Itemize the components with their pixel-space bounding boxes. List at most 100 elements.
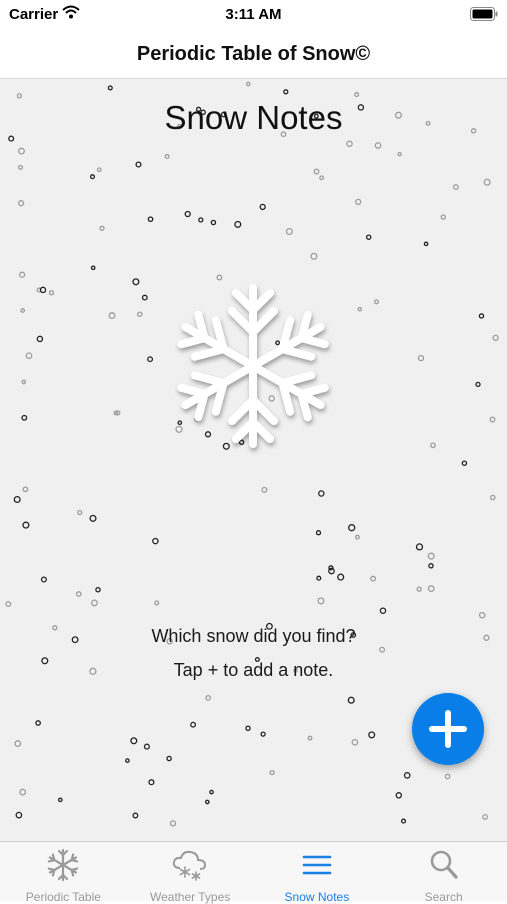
status-bar: Carrier 3:11 AM bbox=[0, 0, 507, 30]
snow-particle bbox=[21, 379, 27, 385]
snow-particle bbox=[397, 151, 402, 157]
snow-particle bbox=[21, 414, 28, 421]
page-title: Snow Notes bbox=[164, 99, 343, 136]
snow-particle bbox=[164, 153, 170, 160]
snow-particle bbox=[260, 731, 266, 737]
status-time: 3:11 AM bbox=[225, 6, 282, 23]
snow-particle bbox=[379, 607, 387, 614]
snow-particle bbox=[204, 799, 210, 805]
snow-particle bbox=[415, 543, 424, 551]
tab-label: Weather Types bbox=[149, 890, 231, 904]
snow-particle bbox=[307, 735, 313, 741]
snow-particle bbox=[135, 161, 142, 168]
snow-particle bbox=[20, 308, 26, 313]
snow-particle bbox=[90, 265, 96, 271]
snow-particle bbox=[205, 695, 212, 701]
snow-particle bbox=[245, 725, 251, 732]
snow-particle bbox=[492, 334, 499, 342]
snow-particle bbox=[403, 772, 411, 779]
snow-particle bbox=[147, 356, 154, 363]
tab-bar: Periodic Table Weather Types Snow Notes … bbox=[0, 841, 507, 904]
snow-particle bbox=[427, 552, 435, 560]
snow-particle bbox=[36, 335, 44, 343]
snowflake-illustration bbox=[161, 274, 345, 463]
snow-particle bbox=[17, 164, 24, 170]
snow-particle bbox=[25, 352, 33, 360]
snow-particle bbox=[169, 820, 177, 827]
snow-particle bbox=[89, 514, 97, 522]
snow-particle bbox=[427, 585, 435, 593]
snow-particle bbox=[96, 167, 102, 173]
snow-notes-view: Snow Notes Which snow did you find? Tap … bbox=[0, 79, 507, 841]
snow-particle bbox=[461, 460, 468, 466]
snow-particle bbox=[315, 530, 322, 536]
snow-particle bbox=[318, 490, 325, 497]
snow-particle bbox=[77, 509, 83, 516]
tab-label: Periodic Table bbox=[25, 890, 101, 904]
snow-particle bbox=[444, 773, 451, 780]
list-icon bbox=[300, 848, 334, 887]
snowflake-icon bbox=[46, 848, 80, 887]
snow-particle bbox=[22, 486, 29, 493]
snow-particle bbox=[452, 184, 459, 191]
snow-particle bbox=[317, 597, 325, 605]
snow-particle bbox=[269, 769, 275, 776]
snow-particle bbox=[428, 563, 434, 569]
snow-particle bbox=[57, 797, 63, 803]
snow-particle bbox=[417, 354, 425, 362]
tab-search[interactable]: Search bbox=[380, 842, 507, 904]
snow-particle bbox=[132, 278, 140, 286]
snow-particle bbox=[13, 495, 21, 504]
snow-particle bbox=[365, 234, 372, 240]
snow-particle bbox=[184, 210, 191, 218]
tab-label: Search bbox=[424, 890, 463, 904]
snow-particle bbox=[95, 586, 101, 593]
snow-particle bbox=[354, 534, 360, 540]
snow-particle bbox=[259, 203, 266, 211]
snow-particle bbox=[416, 586, 422, 592]
snow-particle bbox=[337, 573, 345, 581]
snow-particle bbox=[483, 178, 491, 186]
snow-particle bbox=[35, 720, 41, 726]
snow-particle bbox=[478, 611, 486, 619]
snow-particle bbox=[40, 576, 47, 583]
snow-particle bbox=[354, 92, 360, 98]
snow-particle bbox=[17, 200, 25, 207]
nav-title: Periodic Table of Snow© bbox=[136, 42, 371, 65]
snow-particle bbox=[245, 81, 251, 87]
snow-particle bbox=[89, 174, 96, 180]
snow-particle bbox=[489, 416, 496, 423]
snow-particle bbox=[478, 313, 485, 319]
snow-particle bbox=[348, 524, 356, 532]
snow-particle bbox=[373, 299, 380, 305]
snow-particle bbox=[16, 93, 23, 99]
snow-particle bbox=[316, 575, 322, 581]
snow-particle bbox=[190, 721, 197, 728]
snow-particle bbox=[313, 168, 320, 175]
tab-weather-types[interactable]: Weather Types bbox=[127, 842, 254, 904]
snow-particle bbox=[48, 290, 55, 296]
snow-particle bbox=[490, 494, 496, 501]
snow-particle bbox=[285, 227, 293, 236]
snow-particle bbox=[370, 575, 377, 582]
snow-particle bbox=[482, 813, 489, 820]
snow-particle bbox=[143, 743, 150, 750]
tab-periodic-table[interactable]: Periodic Table bbox=[0, 842, 127, 904]
snow-particle bbox=[148, 779, 155, 786]
snow-particle bbox=[475, 381, 481, 388]
snow-particle bbox=[440, 214, 447, 220]
add-note-button[interactable] bbox=[412, 693, 484, 765]
snow-particle bbox=[5, 601, 12, 608]
snow-particle bbox=[22, 521, 30, 529]
snow-particle bbox=[395, 792, 403, 799]
snow-particle bbox=[19, 788, 27, 796]
tab-snow-notes[interactable]: Snow Notes bbox=[254, 842, 381, 904]
snow-particle bbox=[90, 599, 98, 607]
snow-particle bbox=[198, 217, 204, 223]
snow-particle bbox=[310, 252, 318, 260]
snow-particle bbox=[319, 175, 325, 181]
snow-particle bbox=[347, 696, 355, 704]
navigation-bar: Periodic Table of Snow© bbox=[0, 30, 507, 79]
snow-cloud-icon bbox=[171, 848, 209, 887]
snow-particle bbox=[147, 216, 154, 223]
